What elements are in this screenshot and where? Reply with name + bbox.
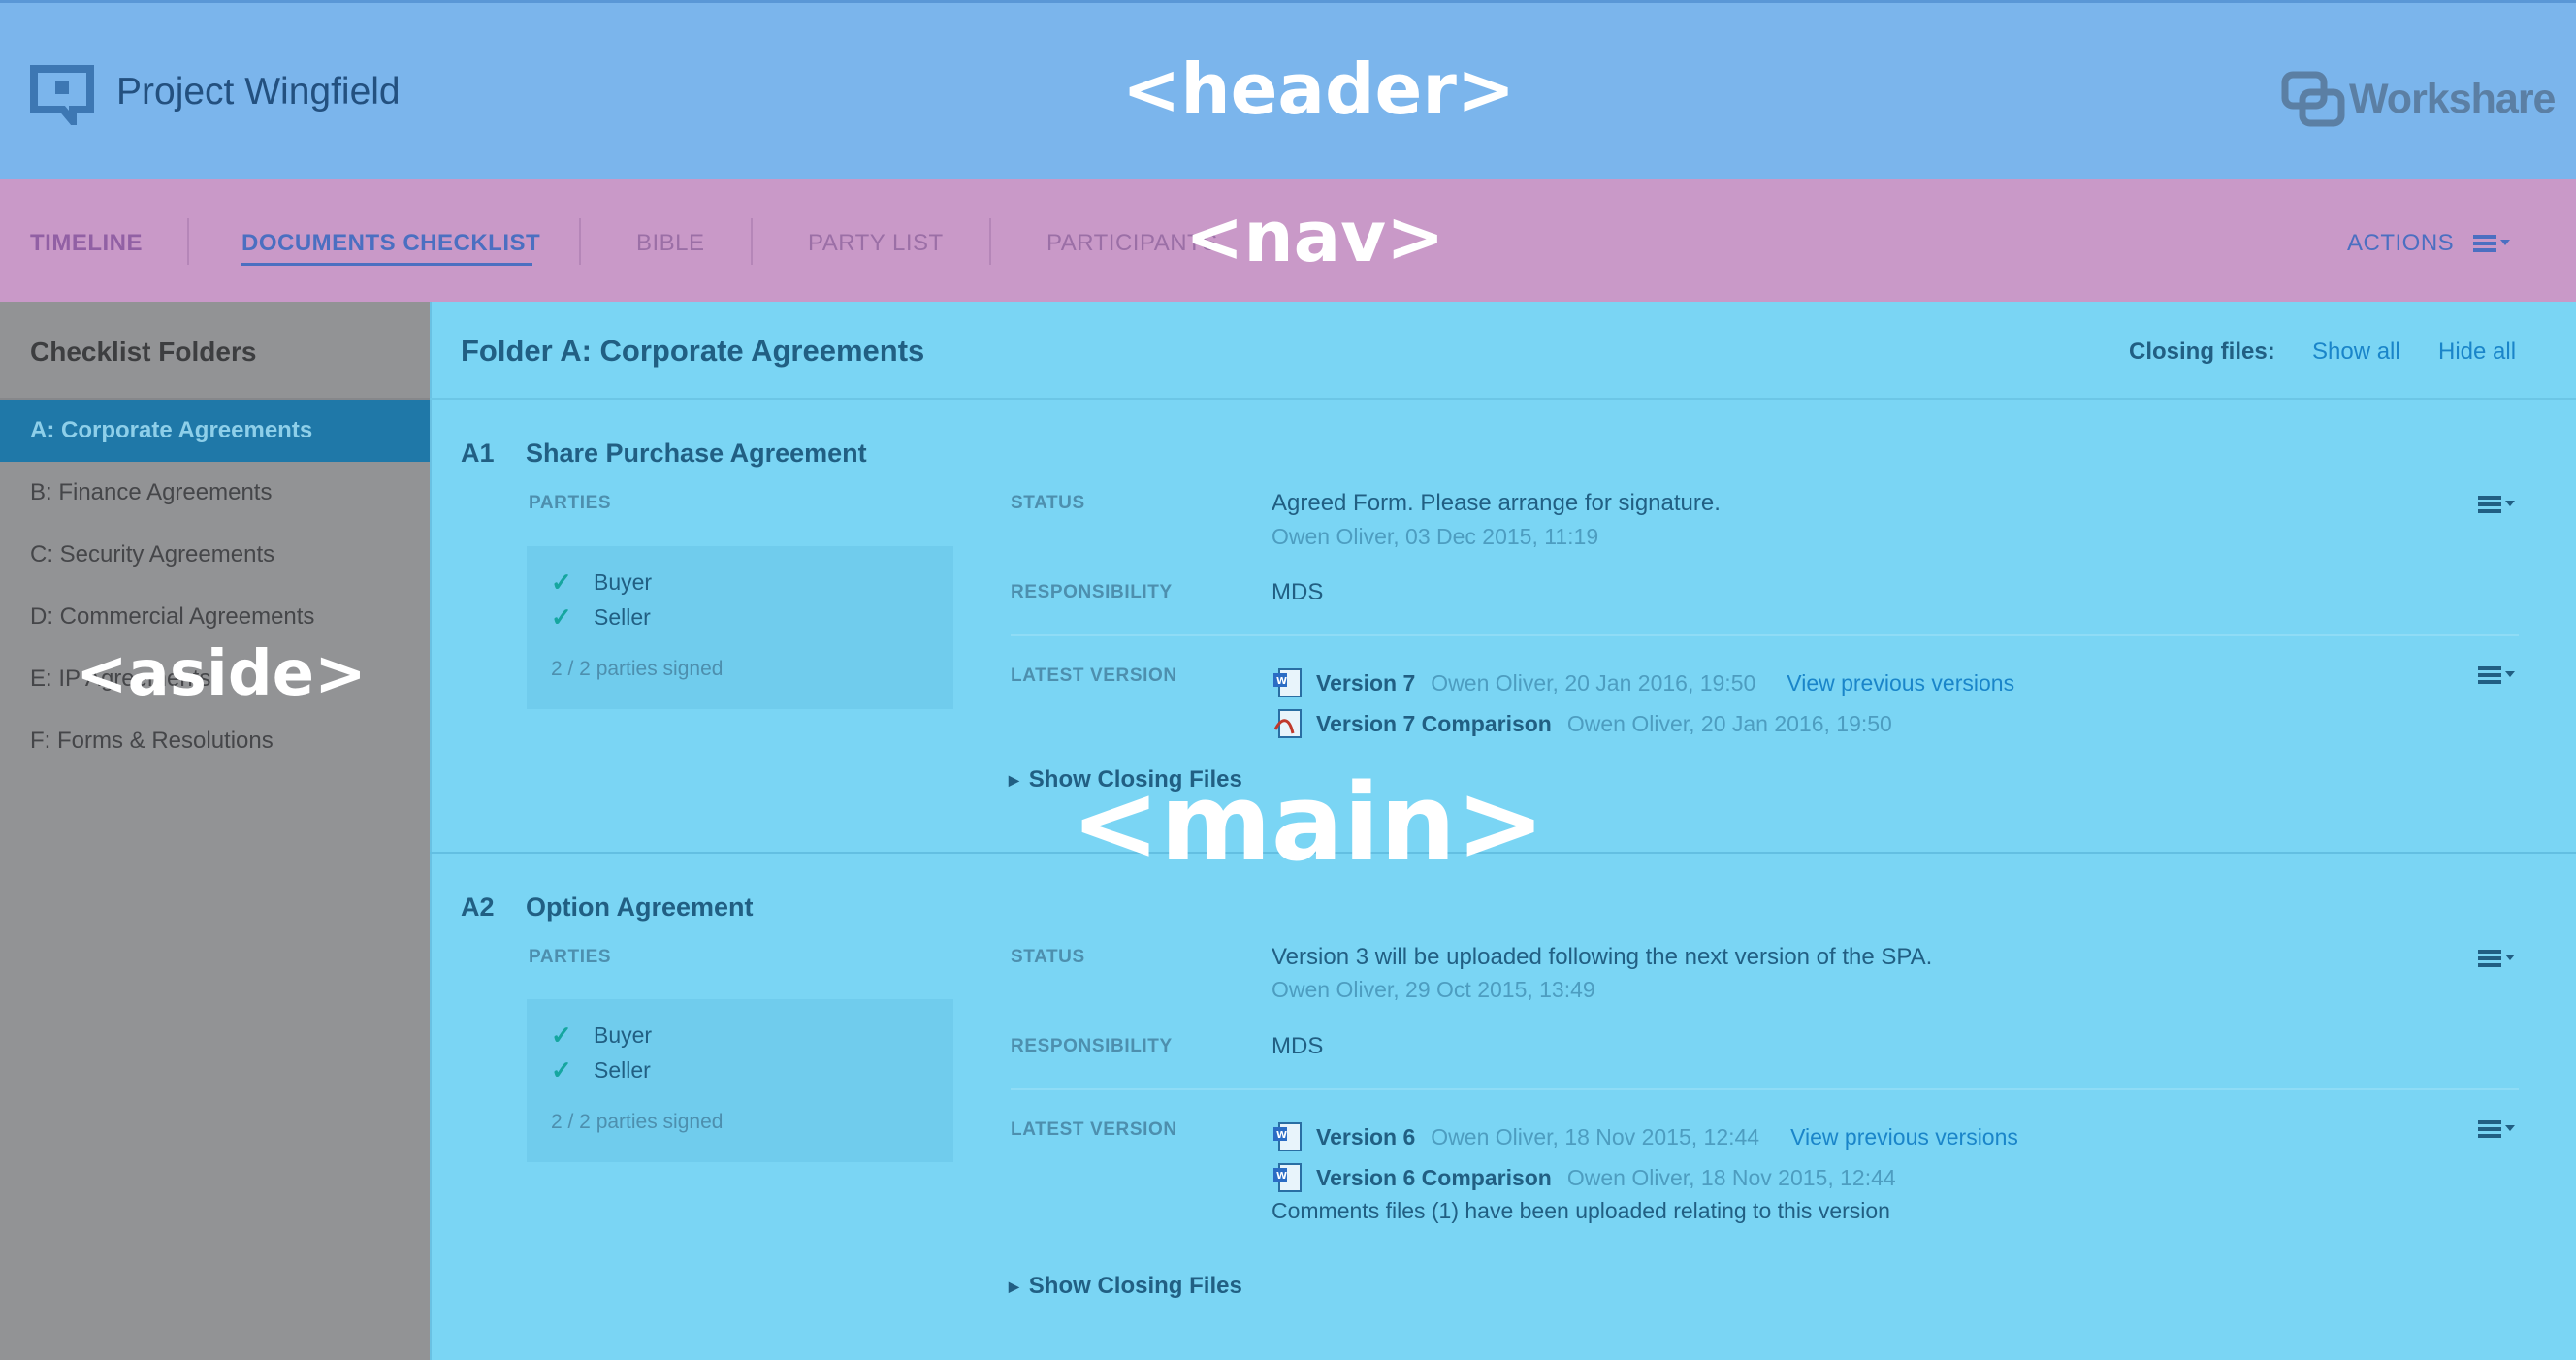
party-buyer: ✓ Buyer xyxy=(551,567,652,598)
hide-all-link[interactable]: Hide all xyxy=(2438,339,2516,366)
svg-text:W: W xyxy=(1276,676,1287,687)
item-code: A2 xyxy=(461,892,495,922)
show-closing-files-label: Show Closing Files xyxy=(1028,1273,1242,1299)
check-icon: ✓ xyxy=(551,1055,572,1085)
version-row: Version 7 Comparison Owen Oliver, 20 Jan… xyxy=(1272,708,1923,739)
sidebar-item-corporate-agreements[interactable]: A: Corporate Agreements xyxy=(0,400,430,462)
status-label: STATUS xyxy=(1011,947,1085,967)
parties-signed-count: 2 / 2 parties signed xyxy=(551,658,724,680)
project-title[interactable]: Project Wingfield xyxy=(116,71,401,113)
version-meta: Owen Oliver, 18 Nov 2015, 12:44 xyxy=(1566,1164,1896,1190)
active-tab-underline xyxy=(242,263,532,266)
sidebar-item-security-agreements[interactable]: C: Security Agreements xyxy=(0,524,430,586)
version-menu-icon[interactable] xyxy=(2478,1118,2521,1140)
nav-divider xyxy=(989,218,991,265)
version-row: W Version 7 Owen Oliver, 20 Jan 2016, 19… xyxy=(1272,667,2014,698)
sidebar-title: Checklist Folders xyxy=(30,337,257,367)
pdf-doc-icon xyxy=(1273,709,1302,738)
sidebar-item-finance-agreements[interactable]: B: Finance Agreements xyxy=(0,462,430,524)
party-name: Seller xyxy=(594,604,651,630)
party-buyer: ✓ Buyer xyxy=(551,1020,652,1051)
status-menu-icon[interactable] xyxy=(2478,494,2521,515)
view-previous-versions-link[interactable]: View previous versions xyxy=(1790,1124,2018,1150)
version-row: W Version 6 Owen Oliver, 18 Nov 2015, 12… xyxy=(1272,1121,2018,1152)
aside-region-label: <aside> xyxy=(76,638,367,710)
nav-divider xyxy=(751,218,753,265)
responsibility-value: MDS xyxy=(1272,1033,1324,1059)
tab-timeline[interactable]: TIMELINE xyxy=(30,230,143,257)
row-divider xyxy=(1011,1088,2519,1090)
responsibility-label: RESPONSIBILITY xyxy=(1011,582,1173,602)
check-icon: ✓ xyxy=(551,1020,572,1050)
workshare-logo-icon xyxy=(2281,71,2345,127)
latest-version-label: LATEST VERSION xyxy=(1011,1119,1177,1140)
svg-text:W: W xyxy=(1276,1171,1287,1182)
check-icon: ✓ xyxy=(551,567,572,597)
closing-files-label: Closing files: xyxy=(2129,339,2275,365)
show-closing-files-toggle[interactable]: ▶ Show Closing Files xyxy=(1009,1273,1242,1300)
party-seller: ✓ Seller xyxy=(551,1055,651,1085)
header-region-label: <header> xyxy=(1122,49,1516,130)
version-name[interactable]: Version 7 Comparison xyxy=(1316,711,1552,737)
show-all-link[interactable]: Show all xyxy=(2312,339,2400,366)
version-row: W Version 6 Comparison Owen Oliver, 18 N… xyxy=(1272,1162,1927,1193)
main-header-divider xyxy=(430,398,2576,400)
party-name: Buyer xyxy=(594,1022,653,1048)
nav-divider xyxy=(187,218,189,265)
main-region-label: <main> xyxy=(1071,761,1546,885)
parties-label: PARTIES xyxy=(529,947,612,967)
version-menu-icon[interactable] xyxy=(2478,664,2521,686)
project-logo-icon xyxy=(30,65,94,125)
version-name[interactable]: Version 7 xyxy=(1316,670,1415,696)
item-code: A1 xyxy=(461,438,495,468)
responsibility-value: MDS xyxy=(1272,579,1324,605)
sidebar-item-forms-resolutions[interactable]: F: Forms & Resolutions xyxy=(0,710,430,772)
view-previous-versions-link[interactable]: View previous versions xyxy=(1787,670,2014,696)
actions-menu-icon[interactable] xyxy=(2473,233,2516,254)
word-doc-icon: W xyxy=(1273,1163,1302,1192)
latest-version-label: LATEST VERSION xyxy=(1011,665,1177,686)
check-icon: ✓ xyxy=(551,602,572,631)
tab-party-list[interactable]: PARTY LIST xyxy=(808,230,944,257)
svg-text:W: W xyxy=(1276,1130,1287,1141)
item-title[interactable]: Option Agreement xyxy=(526,892,754,923)
workshare-logo-text: Workshare xyxy=(2349,75,2556,122)
party-seller: ✓ Seller xyxy=(551,602,651,632)
parties-signed-count: 2 / 2 parties signed xyxy=(551,1111,724,1133)
tab-documents-checklist[interactable]: DOCUMENTS CHECKLIST xyxy=(242,230,540,257)
parties-label: PARTIES xyxy=(529,493,612,513)
version-meta: Owen Oliver, 20 Jan 2016, 19:50 xyxy=(1566,710,1892,736)
row-divider xyxy=(1011,634,2519,636)
version-name[interactable]: Version 6 Comparison xyxy=(1316,1165,1552,1191)
version-meta: Owen Oliver, 18 Nov 2015, 12:44 xyxy=(1431,1123,1760,1150)
version-meta: Owen Oliver, 20 Jan 2016, 19:50 xyxy=(1431,669,1756,696)
status-label: STATUS xyxy=(1011,493,1085,513)
status-text: Version 3 will be uploaded following the… xyxy=(1272,944,1933,970)
caret-right-icon: ▶ xyxy=(1009,771,1019,788)
folder-title: Folder A: Corporate Agreements xyxy=(461,334,925,368)
comments-note: Comments files (1) have been uploaded re… xyxy=(1272,1198,1890,1223)
nav-region-label: <nav> xyxy=(1185,196,1445,277)
word-doc-icon: W xyxy=(1273,668,1302,697)
nav-divider xyxy=(579,218,581,265)
party-name: Seller xyxy=(594,1057,651,1083)
status-text: Agreed Form. Please arrange for signatur… xyxy=(1272,490,1721,516)
responsibility-label: RESPONSIBILITY xyxy=(1011,1036,1173,1056)
item-title[interactable]: Share Purchase Agreement xyxy=(526,438,867,469)
caret-right-icon: ▶ xyxy=(1009,1278,1019,1294)
word-doc-icon: W xyxy=(1273,1122,1302,1151)
actions-button[interactable]: ACTIONS xyxy=(2347,230,2454,257)
status-meta: Owen Oliver, 03 Dec 2015, 11:19 xyxy=(1272,524,1599,549)
party-name: Buyer xyxy=(594,569,653,595)
workshare-logo: Workshare xyxy=(2281,71,2556,127)
status-menu-icon[interactable] xyxy=(2478,948,2521,969)
status-meta: Owen Oliver, 29 Oct 2015, 13:49 xyxy=(1272,977,1595,1002)
version-name[interactable]: Version 6 xyxy=(1316,1124,1415,1150)
tab-bible[interactable]: BIBLE xyxy=(636,230,705,257)
